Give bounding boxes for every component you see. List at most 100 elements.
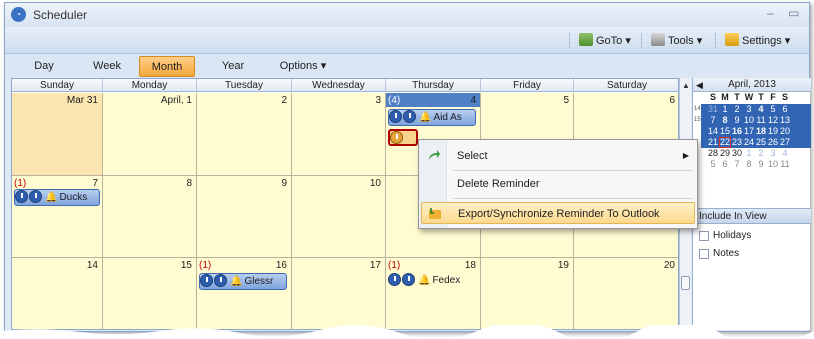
mini-calendar-day[interactable]: 20 — [779, 126, 791, 137]
tab-day[interactable]: Day — [27, 56, 61, 77]
mini-calendar-day[interactable]: 5 — [767, 104, 779, 115]
mini-calendar-day[interactable]: 1 — [719, 104, 731, 115]
mini-calendar-day[interactable]: 1 — [743, 148, 755, 159]
clock-icon — [214, 274, 227, 287]
mini-calendar-day[interactable]: 4 — [755, 104, 767, 115]
day-cell[interactable]: Mar 31 — [12, 93, 103, 176]
mini-calendar-day[interactable]: 23 — [731, 137, 743, 148]
prev-month-icon[interactable]: ◀ — [696, 78, 703, 92]
menu-item-delete-reminder[interactable]: Delete Reminder — [421, 173, 695, 195]
mini-calendar-day[interactable]: 8 — [719, 115, 731, 126]
mini-calendar-day[interactable]: 21 — [707, 137, 719, 148]
menu-separator — [453, 170, 693, 171]
mini-calendar-day[interactable]: 8 — [743, 159, 755, 170]
reminder-count: (4) — [388, 95, 401, 106]
mini-calendar-day[interactable]: 2 — [755, 148, 767, 159]
mini-calendar-day[interactable]: 2 — [731, 104, 743, 115]
bell-icon: 🔔 — [419, 112, 432, 123]
dow-label: T — [758, 92, 764, 102]
settings-button[interactable]: Settings ▾ — [721, 32, 794, 50]
mini-calendar-day[interactable]: 18 — [755, 126, 767, 137]
goto-button[interactable]: GoTo ▾ — [575, 32, 635, 50]
tab-week[interactable]: Week — [85, 56, 129, 77]
menu-item-export-outlook[interactable]: Export/Synchronize Reminder To Outlook — [421, 202, 695, 224]
mini-calendar-day[interactable]: 5 — [707, 159, 719, 170]
day-number: Mar 31 — [66, 95, 98, 106]
day-cell[interactable]: April, 1 — [103, 93, 197, 176]
mini-calendar-day[interactable]: 24 — [743, 137, 755, 148]
mini-calendar-day[interactable]: 25 — [755, 137, 767, 148]
mini-calendar-day[interactable]: 29 — [719, 148, 731, 159]
mini-calendar-day[interactable]: 12 — [767, 115, 779, 126]
day-header: Wednesday — [292, 79, 386, 91]
day-cell[interactable]: 15 — [103, 258, 197, 329]
day-number: 2 — [281, 95, 287, 106]
mini-calendar-day[interactable]: 9 — [755, 159, 767, 170]
day-cell[interactable]: 20 — [574, 258, 678, 329]
week-number: 15 — [694, 117, 701, 123]
day-cell[interactable]: 17 — [292, 258, 386, 329]
mini-calendar-day[interactable]: 3 — [767, 148, 779, 159]
day-cell[interactable]: (1) 16 🔔 Glessr — [197, 258, 292, 329]
tools-button[interactable]: Tools ▾ — [647, 32, 706, 50]
mini-calendar-day[interactable]: 9 — [731, 115, 743, 126]
reminder-item[interactable]: 🔔 Fedex — [388, 273, 476, 290]
mini-calendar-day[interactable]: 30 — [731, 148, 743, 159]
mini-calendar-day[interactable]: 11 — [779, 159, 791, 170]
mini-calendar-day[interactable]: 6 — [719, 159, 731, 170]
reminder-item[interactable]: 🔔 Aid As — [388, 109, 476, 126]
clock-icon — [390, 131, 403, 144]
day-number: 8 — [186, 178, 192, 189]
mini-calendar-day[interactable]: 13 — [779, 115, 791, 126]
mini-calendar-day[interactable]: 10 — [767, 159, 779, 170]
day-cell[interactable]: 9 — [197, 176, 292, 258]
menu-item-select[interactable]: Select ▶ — [421, 145, 695, 167]
mini-calendar-day[interactable]: 10 — [743, 115, 755, 126]
mini-calendar-day[interactable]: 4 — [779, 148, 791, 159]
notes-checkbox[interactable] — [699, 249, 709, 259]
title-bar: ◔ Scheduler – ▭ — [5, 3, 809, 27]
day-cell[interactable]: 14 — [12, 258, 103, 329]
minimize-button[interactable]: – — [767, 6, 774, 20]
day-number: April, 1 — [160, 95, 192, 106]
reminder-item-selected[interactable] — [388, 129, 418, 146]
day-cell[interactable]: 3 — [292, 93, 386, 176]
day-cell[interactable]: 8 — [103, 176, 197, 258]
reminder-count: (1) — [388, 260, 401, 271]
day-cell[interactable]: 19 — [481, 258, 574, 329]
mini-calendar-day[interactable]: 26 — [767, 137, 779, 148]
day-cell[interactable]: 10 — [292, 176, 386, 258]
holidays-label: Holidays — [713, 230, 752, 241]
day-cell[interactable]: 2 — [197, 93, 292, 176]
dow-label: M — [721, 92, 729, 102]
mini-calendar-day[interactable]: 19 — [767, 126, 779, 137]
day-cell[interactable]: (1) 18 🔔 Fedex — [386, 258, 481, 329]
reminder-item[interactable]: 🔔 Glessr — [199, 273, 287, 290]
mini-calendar-day[interactable]: 15 — [719, 126, 731, 137]
tab-year[interactable]: Year — [213, 56, 253, 77]
scroll-up-icon[interactable]: ▲ — [682, 81, 690, 90]
scroll-thumb[interactable] — [681, 276, 690, 290]
maximize-button[interactable]: ▭ — [788, 6, 799, 20]
mini-calendar-week: 14 15 16 17 18 19 20 — [693, 126, 811, 137]
mini-calendar-day[interactable]: 22 — [719, 137, 731, 148]
holidays-checkbox[interactable] — [699, 231, 709, 241]
mini-calendar-day[interactable]: 14 — [707, 126, 719, 137]
day-number: 6 — [669, 95, 675, 106]
mini-calendar-day[interactable]: 11 — [755, 115, 767, 126]
mini-calendar-day[interactable]: 16 — [731, 126, 743, 137]
mini-calendar-day[interactable]: 28 — [707, 148, 719, 159]
tab-options[interactable]: Options ▾ — [273, 56, 333, 77]
reminder-item[interactable]: 🔔 Ducks — [14, 189, 100, 206]
mini-calendar-day[interactable]: 7 — [707, 115, 719, 126]
day-header: Tuesday — [197, 79, 292, 91]
mini-calendar-day[interactable]: 17 — [743, 126, 755, 137]
mini-calendar-day[interactable]: 7 — [731, 159, 743, 170]
mini-calendar-day[interactable]: 3 — [743, 104, 755, 115]
mini-calendar-day[interactable]: 27 — [779, 137, 791, 148]
day-cell[interactable]: (1) 7 🔔 Ducks — [12, 176, 103, 258]
tab-month[interactable]: Month — [139, 56, 195, 77]
reminder-title: Fedex — [432, 275, 461, 286]
mini-calendar-day[interactable]: 6 — [779, 104, 791, 115]
mini-calendar-day[interactable]: 31 — [707, 104, 719, 115]
